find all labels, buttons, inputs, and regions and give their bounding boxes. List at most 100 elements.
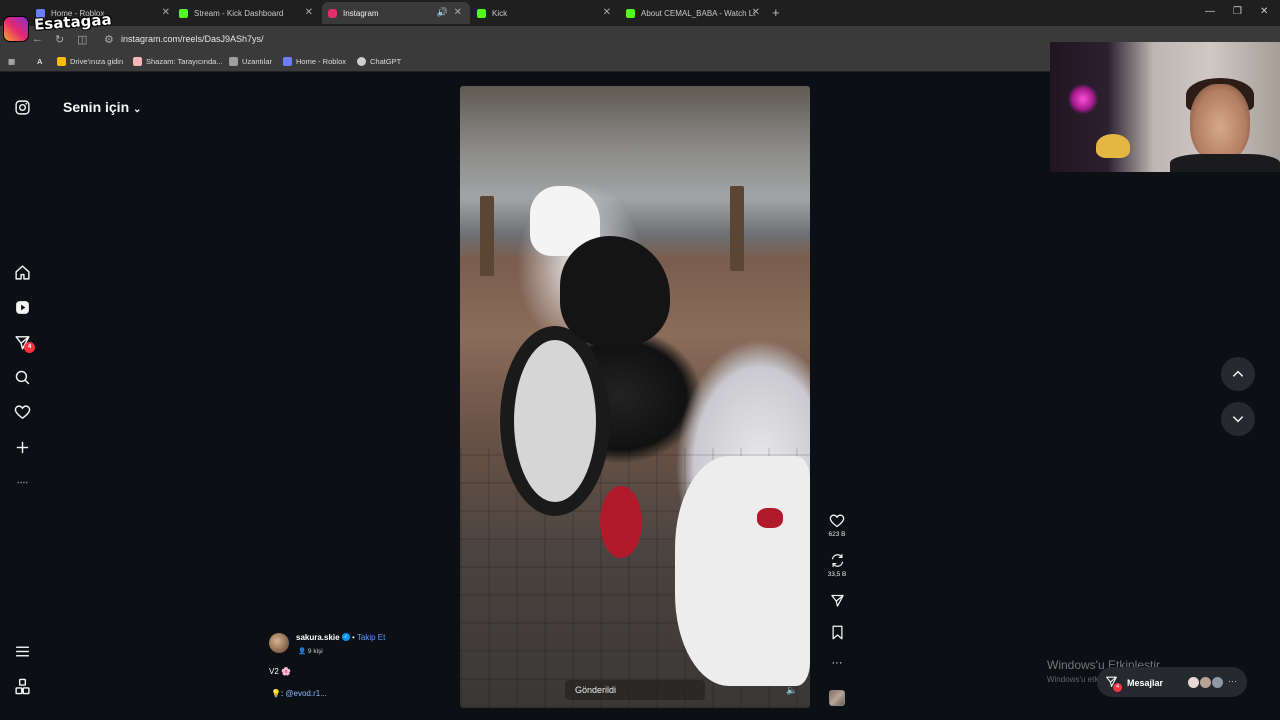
bookmark-label: Uzantılar [242,57,273,66]
page-title[interactable]: Senin için ⌄ [63,99,141,115]
volume-icon[interactable]: 🔈 [786,685,797,696]
next-reel-button[interactable] [1221,402,1255,436]
avatar [1211,676,1224,689]
close-icon[interactable]: ✕ [603,7,611,18]
back-icon[interactable]: ← [32,33,43,45]
bookmark-chatgpt[interactable]: ChatGPT [357,57,401,66]
repost-icon [831,554,843,567]
rgb-lamp [1068,84,1098,114]
threads-icon[interactable] [14,474,31,491]
kick-favicon-icon [477,8,486,18]
tab-title: Stream - Kick Dashboard [194,8,284,18]
repost-count: 33,5 B [827,571,847,578]
tab-title: About CEMAL_BABA - Watch Li... [641,8,756,18]
close-icon[interactable]: ✕ [454,7,462,18]
more-options-button[interactable]: ··· [826,657,848,669]
follow-button[interactable]: • Takip Et [352,633,385,642]
kick-favicon-icon [626,8,635,18]
bookmark-drive[interactable]: Drive'ınıza gidin [57,57,123,66]
tab-about-cemal-baba[interactable]: About CEMAL_BABA - Watch Li... ✕ [620,2,768,24]
streamer-shirt [1170,154,1280,172]
chevron-down-icon [1232,416,1244,423]
chevron-up-icon [1232,370,1244,377]
roblox-icon [283,57,292,66]
close-icon[interactable]: ✕ [305,7,313,18]
apps-grid-icon[interactable]: ▦ [8,57,15,66]
mention-link[interactable]: @evod.r1... [285,689,326,698]
tab-kick[interactable]: Kick ✕ [471,2,619,24]
tab-instagram[interactable]: Instagram 🔊 ✕ [322,2,470,24]
bookmark-icon [832,625,842,640]
browser-tab-bar: Home - Roblox ✕ Stream - Kick Dashboard … [0,0,1280,26]
audio-track-thumbnail[interactable] [829,690,845,706]
menu-icon[interactable] [14,643,31,660]
followers-count: 9 kişi [307,648,323,655]
instagram-favicon-icon [328,8,337,18]
separator: • [352,633,355,642]
bollard [480,196,494,276]
speaker-icon[interactable]: 🔊 [437,7,448,18]
bookmark-label: ChatGPT [370,57,402,66]
octopus-plush [1096,134,1130,158]
messages-label: Mesajlar [1127,678,1164,688]
create-plus-icon[interactable] [14,439,31,456]
reload-icon[interactable]: ↻ [55,33,64,46]
restore-icon[interactable]: ❐ [1233,6,1242,17]
tab-kick-dashboard[interactable]: Stream - Kick Dashboard ✕ [173,2,321,24]
motorcycle-red-detail [757,508,783,528]
author-username[interactable]: sakura.skie [296,633,340,642]
feed-title: Senin için [63,99,130,115]
followers-info: 👤 9 kişi [298,647,323,655]
translate-icon[interactable]: A [37,57,42,66]
motorcycle-wheel [500,326,610,516]
motorcycle-red-detail [600,486,642,558]
heart-icon [829,514,845,528]
home-icon[interactable] [14,264,31,281]
people-icon: 👤 [298,648,307,655]
split-view-icon[interactable]: ◫ [77,33,87,46]
puzzle-icon [229,57,238,66]
motorcycle-seat [560,236,670,346]
search-icon[interactable] [14,369,31,386]
reels-icon[interactable] [14,299,31,316]
bookmark-extensions[interactable]: Uzantılar [229,57,272,66]
site-info-icon[interactable]: ⚙ [104,33,114,46]
bookmark-label: Drive'ınıza gidin [70,57,124,66]
bookmark-label: Home - Roblox [296,57,347,66]
save-button[interactable] [826,625,848,640]
caption-prefix: 💡: [271,689,286,698]
also-from-meta-icon[interactable] [14,678,31,695]
avatar[interactable] [269,633,289,653]
url-field[interactable]: instagram.com/reels/DasJ9ASh7ys/ [121,34,264,44]
bookmark-label: Shazam: Tarayıcında... [146,57,223,66]
bookmark-roblox[interactable]: Home - Roblox [283,57,346,66]
chevron-down-icon: ⌄ [133,104,142,115]
webcam-overlay [1050,42,1280,172]
motorcycle-fairing [675,456,810,686]
heart-icon[interactable] [14,404,31,421]
close-icon[interactable]: ✕ [162,7,170,18]
messages-badge: 4 [1113,683,1122,692]
bollard [730,186,744,271]
reel-video[interactable] [460,86,810,708]
verified-badge-icon: ✓ [342,633,350,641]
share-button[interactable] [826,593,848,608]
messages-button[interactable] [1097,667,1247,697]
repost-button[interactable]: 33,5 B [826,553,848,578]
close-icon[interactable]: ✕ [752,7,760,18]
minimize-icon[interactable]: — [1205,6,1215,17]
tab-title: Kick [492,8,508,18]
instagram-icon[interactable] [14,99,31,116]
like-button[interactable]: 623 B [826,513,848,538]
bookmark-shazam[interactable]: Shazam: Tarayıcında... [133,57,223,66]
new-tab-icon[interactable]: + [772,5,780,20]
share-icon [830,594,844,607]
drive-icon [57,57,66,66]
shazam-icon [133,57,142,66]
window-close-icon[interactable]: ✕ [1260,6,1268,17]
follow-label: Takip Et [356,633,386,642]
notification-badge: 4 [24,342,35,353]
tab-title: Instagram [343,8,379,18]
instagram-logo-icon [3,16,29,42]
previous-reel-button[interactable] [1221,357,1255,391]
